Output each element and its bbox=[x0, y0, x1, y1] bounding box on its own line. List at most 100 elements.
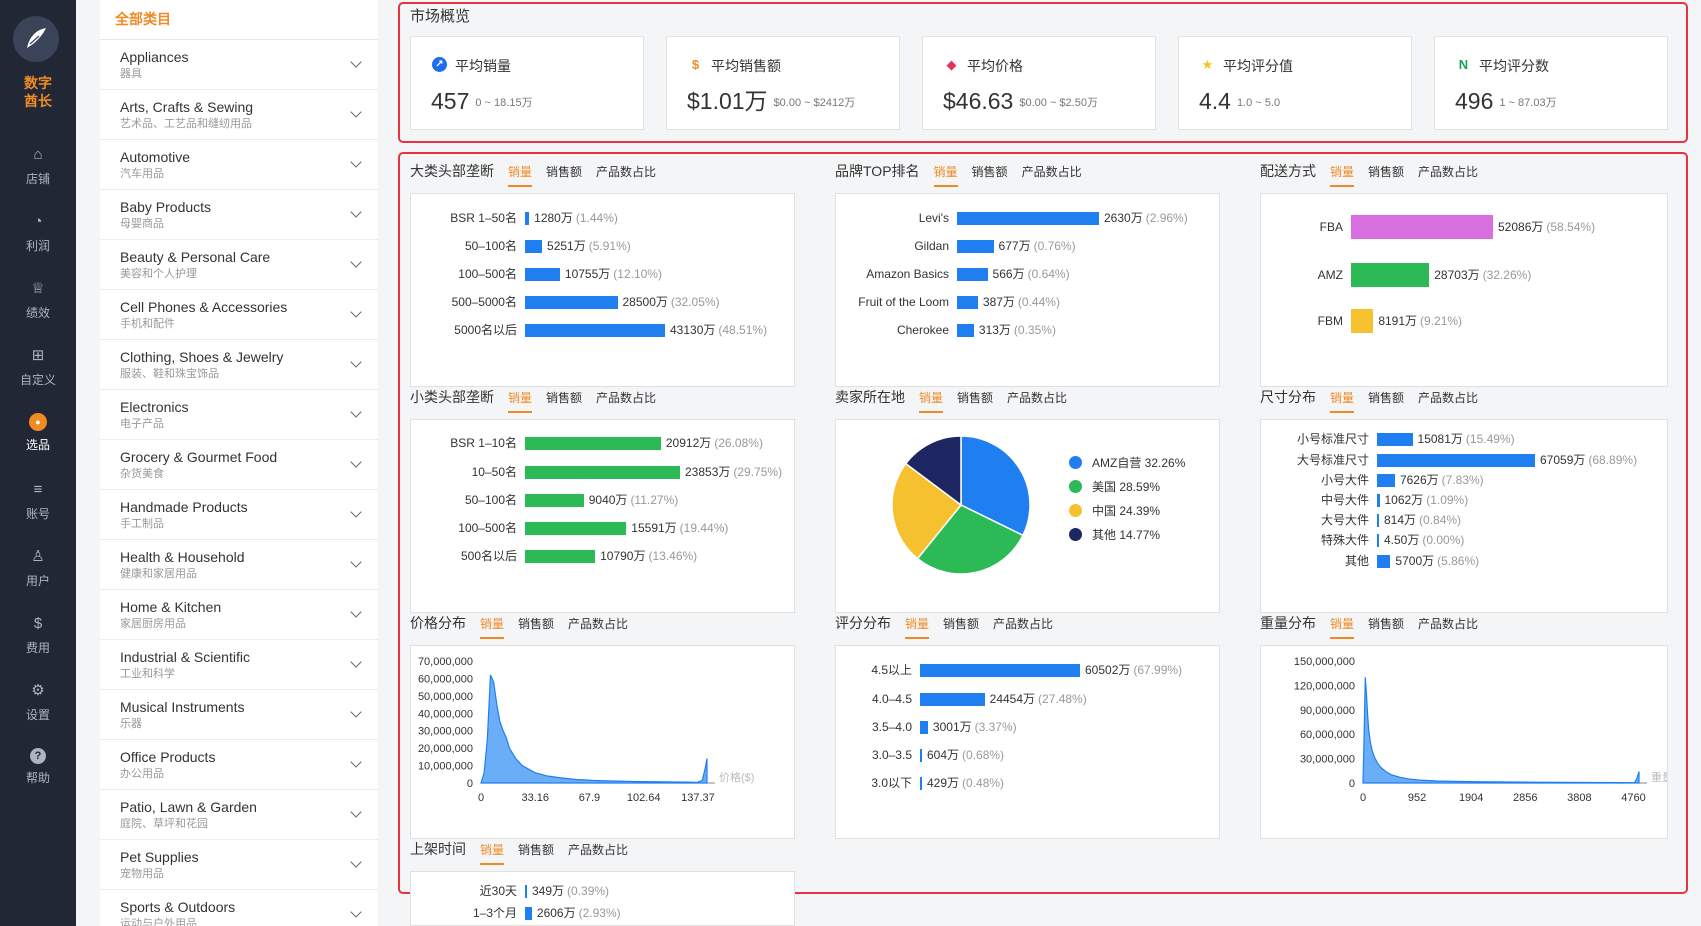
bar[interactable] bbox=[957, 324, 974, 337]
category-item[interactable]: Electronics 电子产品 bbox=[100, 390, 378, 440]
tab-revenue[interactable]: 销售额 bbox=[1368, 163, 1404, 185]
bar[interactable] bbox=[957, 296, 978, 309]
tab-revenue[interactable]: 销售额 bbox=[546, 389, 582, 411]
nav-item-home[interactable]: ⌂ 店铺 bbox=[0, 145, 76, 203]
tab-sales[interactable]: 销量 bbox=[480, 615, 505, 639]
bar[interactable] bbox=[1377, 555, 1391, 568]
tab-sales[interactable]: 销量 bbox=[919, 389, 944, 413]
logo[interactable] bbox=[13, 16, 59, 62]
nav-item-dollar[interactable]: $ 费用 bbox=[0, 614, 76, 672]
bar[interactable] bbox=[525, 437, 661, 450]
tab-sales[interactable]: 销量 bbox=[1330, 615, 1355, 639]
bar[interactable] bbox=[525, 268, 560, 281]
bar[interactable] bbox=[1351, 309, 1374, 333]
category-item[interactable]: Appliances 器具 bbox=[100, 40, 378, 90]
legend-item[interactable]: 其他 14.77% bbox=[1069, 523, 1185, 547]
tab-revenue[interactable]: 销售额 bbox=[943, 615, 979, 637]
area-series[interactable] bbox=[1362, 677, 1640, 784]
tab-product-share[interactable]: 产品数占比 bbox=[1418, 389, 1478, 411]
tab-product-share[interactable]: 产品数占比 bbox=[1418, 615, 1478, 637]
category-item[interactable]: Health & Household 健康和家居用品 bbox=[100, 540, 378, 590]
category-item[interactable]: Automotive 汽车用品 bbox=[100, 140, 378, 190]
category-name-zh: 运动与户外用品 bbox=[120, 918, 197, 926]
bar[interactable] bbox=[957, 268, 988, 281]
tab-product-share[interactable]: 产品数占比 bbox=[596, 163, 656, 185]
nav-item-money-bag[interactable]: ◔ 利润 bbox=[0, 212, 76, 270]
nav-item-grid[interactable]: ⊞ 自定义 bbox=[0, 346, 76, 404]
tab-product-share[interactable]: 产品数占比 bbox=[596, 389, 656, 411]
bar[interactable] bbox=[920, 777, 922, 790]
nav-item-user[interactable]: ♙ 用户 bbox=[0, 547, 76, 605]
nav-item-help[interactable]: ? 帮助 bbox=[0, 748, 76, 806]
bar[interactable] bbox=[525, 907, 532, 920]
tab-revenue[interactable]: 销售额 bbox=[518, 615, 554, 637]
tab-revenue[interactable]: 销售额 bbox=[546, 163, 582, 185]
tab-product-share[interactable]: 产品数占比 bbox=[1022, 163, 1082, 185]
tab-product-share[interactable]: 产品数占比 bbox=[1007, 389, 1067, 411]
tab-revenue[interactable]: 销售额 bbox=[1368, 389, 1404, 411]
tab-revenue[interactable]: 销售额 bbox=[1368, 615, 1404, 637]
tab-sales[interactable]: 销量 bbox=[933, 163, 958, 187]
nav-item-select[interactable]: ● 选品 bbox=[0, 413, 76, 471]
bar[interactable] bbox=[957, 240, 994, 253]
category-item[interactable]: Industrial & Scientific 工业和科学 bbox=[100, 640, 378, 690]
tab-sales[interactable]: 销量 bbox=[1330, 163, 1355, 187]
bar[interactable] bbox=[525, 494, 584, 507]
category-item[interactable]: Musical Instruments 乐器 bbox=[100, 690, 378, 740]
category-item[interactable]: Beauty & Personal Care 美容和个人护理 bbox=[100, 240, 378, 290]
category-item[interactable]: Baby Products 母婴商品 bbox=[100, 190, 378, 240]
tab-revenue[interactable]: 销售额 bbox=[972, 163, 1008, 185]
bar[interactable] bbox=[920, 749, 922, 762]
bar[interactable] bbox=[525, 296, 618, 309]
tab-sales[interactable]: 销量 bbox=[905, 615, 930, 639]
tab-revenue[interactable]: 销售额 bbox=[957, 389, 993, 411]
area-series[interactable] bbox=[480, 674, 708, 784]
bar[interactable] bbox=[1377, 474, 1395, 487]
bar[interactable] bbox=[525, 466, 680, 479]
category-item[interactable]: Grocery & Gourmet Food 杂货美食 bbox=[100, 440, 378, 490]
tab-product-share[interactable]: 产品数占比 bbox=[993, 615, 1053, 637]
bar[interactable] bbox=[1377, 514, 1379, 527]
bar[interactable] bbox=[1377, 534, 1379, 547]
bar[interactable] bbox=[957, 212, 1099, 225]
tab-sales[interactable]: 销量 bbox=[480, 841, 505, 865]
bar[interactable] bbox=[525, 885, 527, 898]
category-item[interactable]: Sports & Outdoors 运动与户外用品 bbox=[100, 890, 378, 926]
bar[interactable] bbox=[920, 664, 1080, 677]
bar[interactable] bbox=[1377, 433, 1413, 446]
tab-sales[interactable]: 销量 bbox=[508, 389, 533, 413]
bar[interactable] bbox=[525, 240, 543, 253]
bar-value: 814万 bbox=[1384, 513, 1417, 527]
category-item[interactable]: Patio, Lawn & Garden 庭院、草坪和花园 bbox=[100, 790, 378, 840]
bar[interactable] bbox=[1377, 454, 1535, 467]
bar[interactable] bbox=[525, 550, 596, 563]
legend-item[interactable]: 美国 28.59% bbox=[1069, 475, 1185, 499]
category-item[interactable]: Clothing, Shoes & Jewelry 服装、鞋和珠宝饰品 bbox=[100, 340, 378, 390]
tab-sales[interactable]: 销量 bbox=[508, 163, 533, 187]
tab-product-share[interactable]: 产品数占比 bbox=[1418, 163, 1478, 185]
category-item[interactable]: Cell Phones & Accessories 手机和配件 bbox=[100, 290, 378, 340]
bar-value: 387万 bbox=[982, 295, 1015, 309]
category-item[interactable]: Office Products 办公用品 bbox=[100, 740, 378, 790]
bar[interactable] bbox=[1351, 215, 1493, 239]
category-item[interactable]: Home & Kitchen 家居厨房用品 bbox=[100, 590, 378, 640]
nav-item-trophy[interactable]: ♕ 绩效 bbox=[0, 279, 76, 337]
nav-item-gear[interactable]: ⚙ 设置 bbox=[0, 681, 76, 739]
bar[interactable] bbox=[525, 212, 530, 225]
bar[interactable] bbox=[525, 522, 627, 535]
tab-product-share[interactable]: 产品数占比 bbox=[568, 615, 628, 637]
tab-sales[interactable]: 销量 bbox=[1330, 389, 1355, 413]
legend-item[interactable]: AMZ自营 32.26% bbox=[1069, 451, 1185, 475]
bar[interactable] bbox=[525, 324, 665, 337]
category-item[interactable]: Handmade Products 手工制品 bbox=[100, 490, 378, 540]
bar[interactable] bbox=[920, 721, 928, 734]
category-item[interactable]: Pet Supplies 宠物用品 bbox=[100, 840, 378, 890]
bar[interactable] bbox=[920, 693, 985, 706]
nav-item-list[interactable]: ≡ 账号 bbox=[0, 480, 76, 538]
tab-revenue[interactable]: 销售额 bbox=[518, 841, 554, 863]
bar[interactable] bbox=[1377, 494, 1380, 507]
bar[interactable] bbox=[1351, 263, 1430, 287]
category-item[interactable]: Arts, Crafts & Sewing 艺术品、工艺品和缝纫用品 bbox=[100, 90, 378, 140]
tab-product-share[interactable]: 产品数占比 bbox=[568, 841, 628, 863]
legend-item[interactable]: 中国 24.39% bbox=[1069, 499, 1185, 523]
